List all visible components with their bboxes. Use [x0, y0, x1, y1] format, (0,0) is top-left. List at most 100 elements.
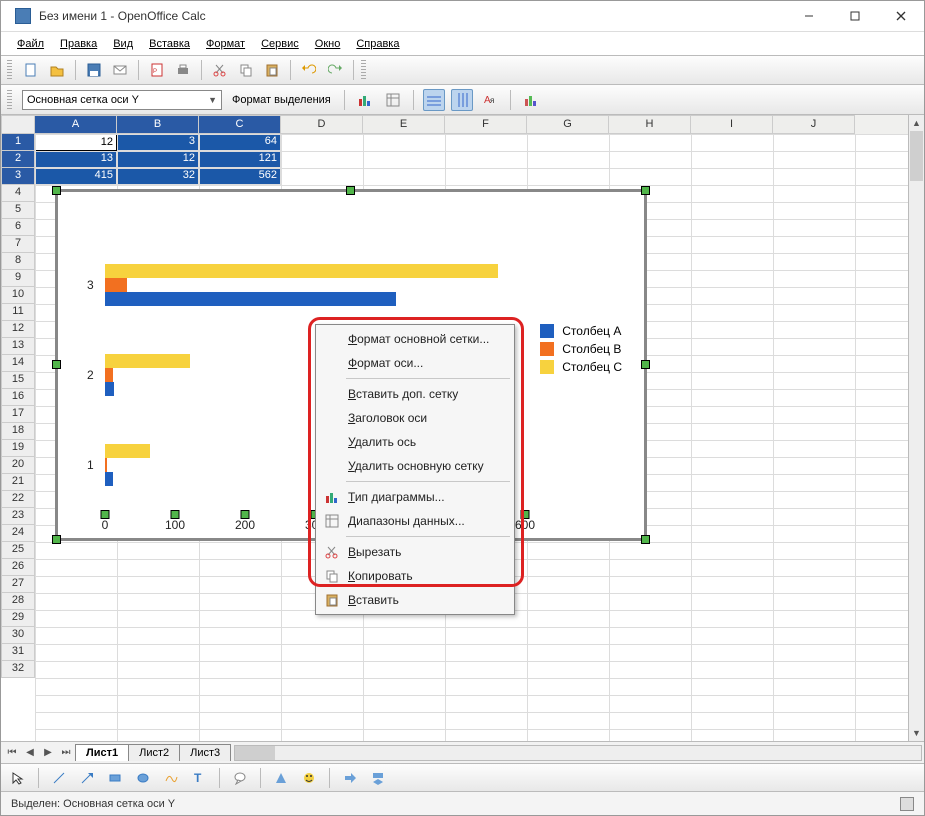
menu-insert[interactable]: Вставка [143, 36, 196, 52]
sheet-tab[interactable]: Лист3 [179, 744, 231, 761]
row-header[interactable]: 15 [1, 372, 35, 389]
status-indicator[interactable] [900, 797, 914, 811]
row-header[interactable]: 13 [1, 338, 35, 355]
menu-tools[interactable]: Сервис [255, 36, 305, 52]
sheet-tab[interactable]: Лист1 [75, 744, 129, 761]
row-header[interactable]: 2 [1, 151, 35, 168]
bar-segment[interactable] [105, 354, 190, 368]
row-header[interactable]: 3 [1, 168, 35, 185]
row-header[interactable]: 30 [1, 627, 35, 644]
menu-view[interactable]: Вид [107, 36, 139, 52]
pointer-tool[interactable] [7, 767, 29, 789]
row-header[interactable]: 16 [1, 389, 35, 406]
bar-segment[interactable] [105, 292, 396, 306]
chart-element-selector[interactable]: Основная сетка оси Y ▼ [22, 90, 222, 110]
row-header[interactable]: 20 [1, 457, 35, 474]
context-menu-item[interactable]: Диапазоны данных... [318, 509, 512, 533]
bar-segment[interactable] [105, 278, 127, 292]
new-doc-button[interactable] [20, 59, 42, 81]
copy-button[interactable] [235, 59, 257, 81]
legend-entry[interactable]: Столбец A [540, 324, 622, 338]
column-header[interactable]: E [363, 115, 445, 134]
scroll-down-button[interactable]: ▼ [909, 725, 924, 741]
context-menu-item[interactable]: Формат основной сетки... [318, 327, 512, 351]
resize-handle[interactable] [641, 360, 650, 369]
row-header[interactable]: 26 [1, 559, 35, 576]
context-menu-item[interactable]: Тип диаграммы... [318, 485, 512, 509]
row-header[interactable]: 7 [1, 236, 35, 253]
freeform-tool[interactable] [160, 767, 182, 789]
bar-segment[interactable] [105, 458, 107, 472]
minimize-button[interactable] [786, 1, 832, 31]
row-header[interactable]: 9 [1, 270, 35, 287]
bar-segment[interactable] [105, 264, 498, 278]
chart-legend[interactable]: Столбец A Столбец B Столбец C [540, 320, 622, 378]
tab-last-button[interactable]: ⏭ [57, 744, 75, 762]
export-pdf-button[interactable]: P [146, 59, 168, 81]
column-header[interactable]: F [445, 115, 527, 134]
column-header[interactable]: G [527, 115, 609, 134]
legend-entry[interactable]: Столбец B [540, 342, 622, 356]
menu-file[interactable]: Файл [11, 36, 50, 52]
context-menu-item[interactable]: Заголовок оси [318, 406, 512, 430]
context-menu-item[interactable]: Вырезать [318, 540, 512, 564]
tab-next-button[interactable]: ▶ [39, 744, 57, 762]
cell-grid[interactable]: 56232415121121364312 1230100200300400500… [35, 134, 924, 741]
context-menu-item[interactable]: Вставить [318, 588, 512, 612]
rectangle-tool[interactable] [104, 767, 126, 789]
row-header[interactable]: 25 [1, 542, 35, 559]
horizontal-scrollbar[interactable] [234, 745, 922, 761]
bar-segment[interactable] [105, 382, 114, 396]
row-header[interactable]: 14 [1, 355, 35, 372]
bar-segment[interactable] [105, 368, 113, 382]
chart-type-button[interactable] [354, 89, 376, 111]
axis-handle[interactable] [521, 510, 530, 519]
resize-handle[interactable] [52, 360, 61, 369]
callout-tool[interactable] [229, 767, 251, 789]
vertical-scrollbar[interactable]: ▲ ▼ [908, 115, 924, 741]
context-menu-item[interactable]: Удалить основную сетку [318, 454, 512, 478]
print-button[interactable] [172, 59, 194, 81]
tab-prev-button[interactable]: ◀ [21, 744, 39, 762]
scroll-thumb[interactable] [235, 746, 275, 760]
row-header[interactable]: 22 [1, 491, 35, 508]
row-header[interactable]: 5 [1, 202, 35, 219]
line-tool[interactable] [48, 767, 70, 789]
symbol-shapes-tool[interactable] [298, 767, 320, 789]
row-header[interactable]: 17 [1, 406, 35, 423]
row-header[interactable]: 29 [1, 610, 35, 627]
horizontal-grid-button[interactable] [423, 89, 445, 111]
axis-handle[interactable] [101, 510, 110, 519]
block-arrows-tool[interactable] [339, 767, 361, 789]
save-button[interactable] [83, 59, 105, 81]
flowchart-tool[interactable] [367, 767, 389, 789]
column-header[interactable]: J [773, 115, 855, 134]
row-header[interactable]: 6 [1, 219, 35, 236]
column-header[interactable]: H [609, 115, 691, 134]
toolbar-grip-3[interactable] [7, 90, 12, 110]
row-header[interactable]: 23 [1, 508, 35, 525]
column-header[interactable]: A [35, 115, 117, 134]
context-menu-item[interactable]: Вставить доп. сетку [318, 382, 512, 406]
data-ranges-button[interactable] [382, 89, 404, 111]
format-selection-button[interactable]: Формат выделения [228, 92, 335, 108]
column-header[interactable]: D [281, 115, 363, 134]
row-header[interactable]: 4 [1, 185, 35, 202]
column-header[interactable]: B [117, 115, 199, 134]
row-header[interactable]: 19 [1, 440, 35, 457]
legend-entry[interactable]: Столбец C [540, 360, 622, 374]
menu-edit[interactable]: Правка [54, 36, 103, 52]
scroll-thumb[interactable] [910, 131, 923, 181]
context-menu-item[interactable]: Удалить ось [318, 430, 512, 454]
redo-button[interactable] [324, 59, 346, 81]
column-header[interactable]: I [691, 115, 773, 134]
email-button[interactable] [109, 59, 131, 81]
column-header[interactable]: C [199, 115, 281, 134]
ellipse-tool[interactable] [132, 767, 154, 789]
row-header[interactable]: 27 [1, 576, 35, 593]
menu-format[interactable]: Формат [200, 36, 251, 52]
cut-button[interactable] [209, 59, 231, 81]
text-tool[interactable]: T [188, 767, 210, 789]
close-button[interactable] [878, 1, 924, 31]
resize-handle[interactable] [641, 535, 650, 544]
